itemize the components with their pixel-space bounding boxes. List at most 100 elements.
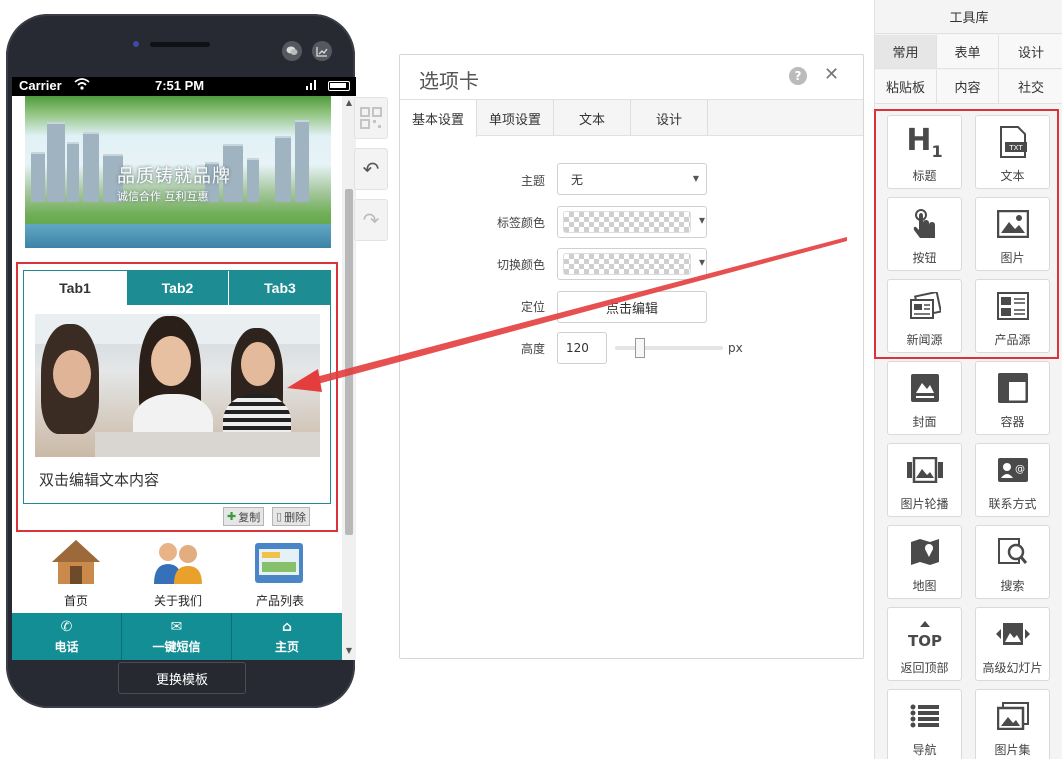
tool-label: 图片轮播 — [900, 497, 949, 511]
tab-1[interactable]: Tab1 — [24, 271, 126, 305]
position-label: 定位 — [520, 300, 545, 314]
tool-map[interactable]: 地图 — [887, 525, 962, 599]
camera-dot — [133, 41, 139, 47]
tool-label: 导航 — [912, 743, 937, 757]
tab-3[interactable]: Tab3 — [229, 271, 331, 305]
tool-carousel[interactable]: 图片轮播 — [887, 443, 962, 517]
dialog-title: 选项卡 — [419, 69, 479, 93]
wechat-icon[interactable] — [282, 41, 302, 61]
tool-label: 搜索 — [1000, 579, 1025, 593]
sms-button[interactable]: ✉ 一键短信 — [122, 613, 232, 660]
nav-label-products: 产品列表 — [255, 594, 304, 608]
tool-label: 容器 — [1000, 415, 1025, 429]
height-input[interactable]: 120 — [557, 332, 607, 364]
battery-icon — [328, 81, 350, 91]
photo-face — [241, 342, 275, 386]
tab-2[interactable]: Tab2 — [127, 271, 228, 305]
theme-label: 主题 — [520, 174, 545, 188]
banner-image[interactable]: 品质铸就品牌 诚信合作 互利互惠 — [25, 96, 331, 248]
toolbox-tab-content[interactable]: 内容 — [937, 70, 999, 104]
photo-face — [151, 336, 191, 386]
copy-label: 复制 — [238, 510, 261, 524]
status-bar: Carrier 7:51 PM — [12, 77, 356, 96]
tab-item-settings[interactable]: 单项设置 — [477, 100, 554, 136]
gallery-icon — [976, 698, 1049, 734]
toolbox-highlight-box — [874, 109, 1059, 359]
people-icon — [154, 543, 202, 584]
tool-gallery[interactable]: 图片集 — [975, 689, 1050, 759]
tool-container[interactable]: 容器 — [975, 361, 1050, 435]
scroll-up-arrow-icon[interactable]: ▲ — [344, 98, 354, 107]
building — [295, 120, 309, 202]
call-button[interactable]: ✆ 电话 — [12, 613, 122, 660]
switch-color-picker[interactable]: ▾ — [557, 248, 707, 280]
delete-label: 删除 — [284, 510, 307, 524]
contact-card-icon: @ — [976, 452, 1049, 488]
phone-speaker — [150, 42, 210, 47]
phone-frame: Carrier 7:51 PM 品质铸就品牌 诚信合作 互利互惠 Tab1 Ta… — [6, 14, 356, 708]
toolbox-tab-form[interactable]: 表单 — [937, 35, 999, 69]
phone-icon: ✆ — [60, 619, 73, 635]
home-button[interactable]: ⌂ 主页 — [232, 613, 342, 660]
transparent-swatch — [563, 211, 691, 233]
copy-button[interactable]: ✚ 复制 — [223, 507, 265, 526]
back-to-top-icon: TOP — [888, 616, 961, 652]
qr-code-icon[interactable] — [354, 97, 388, 139]
chevron-down-icon: ▾ — [698, 213, 705, 227]
toolbox-tab-common[interactable]: 常用 — [875, 35, 937, 69]
toolbox-tab-design[interactable]: 设计 — [999, 35, 1062, 69]
tab-basic-settings[interactable]: 基本设置 — [400, 100, 477, 137]
theme-select[interactable]: 无 ▼ — [557, 163, 707, 195]
tabs-settings-dialog: 选项卡 ? ✕ 基本设置 单项设置 文本 设计 主题 无 ▼ 标签颜色 ▾ 切换… — [399, 54, 864, 659]
phone-scrollbar-thumb[interactable] — [345, 189, 353, 535]
nav-item-products[interactable]: 产品列表 — [230, 534, 330, 614]
redo-icon[interactable]: ↷ — [354, 199, 388, 241]
close-icon[interactable]: ✕ — [824, 64, 839, 85]
chevron-down-icon: ▾ — [698, 255, 705, 269]
tab-content-text[interactable]: 双击编辑文本内容 — [39, 469, 159, 490]
building — [247, 158, 259, 202]
tool-cover[interactable]: 封面 — [887, 361, 962, 435]
toolbox-tab-social[interactable]: 社交 — [999, 70, 1062, 104]
cover-icon — [888, 370, 961, 406]
map-icon — [888, 534, 961, 570]
tab-text[interactable]: 文本 — [554, 100, 631, 136]
tool-back-to-top[interactable]: TOP 返回顶部 — [887, 607, 962, 681]
delete-button[interactable]: ▯ 删除 — [272, 507, 311, 526]
tool-label: 地图 — [912, 579, 937, 593]
toolbox-tab-clipboard[interactable]: 粘贴板 — [875, 70, 937, 104]
position-edit-button[interactable]: 点击编辑 — [557, 291, 707, 323]
tool-slideshow[interactable]: 高级幻灯片 — [975, 607, 1050, 681]
status-time: 7:51 PM — [155, 78, 205, 93]
help-icon[interactable]: ? — [789, 67, 807, 85]
banner-river — [25, 224, 331, 248]
tool-label: 高级幻灯片 — [982, 661, 1043, 675]
carrier-label: Carrier — [19, 78, 62, 93]
transparent-swatch — [563, 253, 691, 275]
nav-list-icon — [888, 698, 961, 734]
building — [275, 136, 291, 202]
nav-item-home[interactable]: 首页 — [26, 534, 126, 614]
nav-item-about[interactable]: 关于我们 — [128, 534, 228, 614]
change-template-button[interactable]: 更换模板 — [118, 662, 246, 694]
tool-search[interactable]: 搜索 — [975, 525, 1050, 599]
dialog-tab-bar: 基本设置 单项设置 文本 设计 — [400, 99, 863, 137]
tool-navigation[interactable]: 导航 — [887, 689, 962, 759]
height-slider[interactable] — [615, 346, 723, 350]
scroll-down-arrow-icon[interactable]: ▼ — [344, 646, 354, 655]
undo-icon[interactable]: ↶ — [354, 148, 388, 190]
height-slider-handle[interactable] — [635, 338, 645, 358]
banner-subslogan: 诚信合作 互利互惠 — [117, 190, 209, 203]
nav-label-about: 关于我们 — [153, 594, 202, 608]
house-icon — [52, 540, 100, 584]
tab-color-label: 标签颜色 — [496, 216, 545, 230]
svg-text:@: @ — [1015, 464, 1025, 475]
tool-label: 图片集 — [994, 743, 1031, 757]
tab-design[interactable]: 设计 — [631, 100, 708, 136]
tab-color-picker[interactable]: ▾ — [557, 206, 707, 238]
nav-label-home: 首页 — [63, 594, 88, 608]
chart-icon[interactable] — [312, 41, 332, 61]
tool-contact[interactable]: @ 联系方式 — [975, 443, 1050, 517]
tabs-module-selected[interactable]: Tab1 Tab2 Tab3 双击编辑文本内容 ✚ 复制 ▯ 删除 — [16, 262, 338, 532]
home-label: 主页 — [274, 640, 299, 654]
